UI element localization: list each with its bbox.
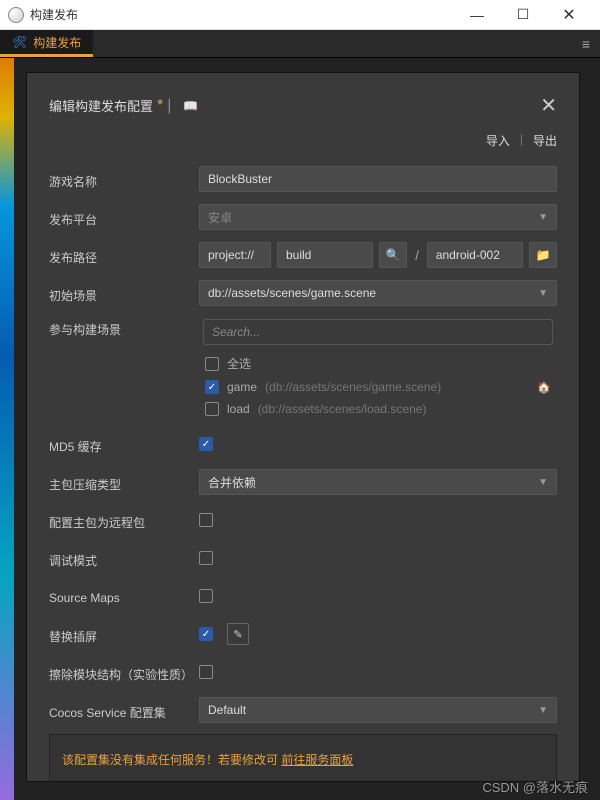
home-icon[interactable]: 🏠	[537, 381, 551, 394]
erase-checkbox[interactable]	[199, 665, 213, 679]
service-warning: 该配置集没有集成任何服务！若要修改可 前往服务面板	[49, 734, 557, 782]
folder-icon[interactable]: 📁	[529, 242, 557, 268]
wrench-icon: 🛠	[12, 35, 27, 49]
tab-menu-button[interactable]: ≡	[572, 30, 600, 57]
path-seg2-input[interactable]: android-002	[427, 242, 523, 268]
scene-checkbox[interactable]	[205, 402, 219, 416]
label-game-name: 游戏名称	[49, 169, 199, 190]
select-all-row[interactable]: 全选	[199, 351, 557, 376]
label-path: 发布路径	[49, 245, 199, 266]
select-all-checkbox[interactable]	[205, 357, 219, 371]
label-md5: MD5 缓存	[49, 434, 199, 455]
maximize-button[interactable]: ☐	[500, 0, 546, 30]
initial-scene-select[interactable]: db://assets/scenes/game.scene▼	[199, 280, 557, 306]
path-separator: /	[413, 248, 421, 263]
scene-checkbox[interactable]	[205, 380, 219, 394]
label-debug: 调试模式	[49, 548, 199, 569]
minimize-button[interactable]: —	[454, 0, 500, 30]
panel-title: 编辑构建发布配置	[49, 96, 153, 115]
tab-label: 构建发布	[33, 34, 81, 51]
sourcemaps-checkbox[interactable]	[199, 589, 213, 603]
close-button[interactable]: ✕	[546, 0, 592, 30]
chevron-down-icon: ▼	[538, 705, 548, 716]
window-titlebar: 构建发布 — ☐ ✕	[0, 0, 600, 30]
scene-row-game[interactable]: game (db://assets/scenes/game.scene) 🏠	[199, 376, 557, 398]
splash-checkbox[interactable]	[199, 627, 213, 641]
scene-row-load[interactable]: load (db://assets/scenes/load.scene)	[199, 398, 557, 420]
label-erase: 擦除模块结构（实验性质）	[49, 662, 199, 683]
label-compress: 主包压缩类型	[49, 472, 199, 493]
tab-bar: 🛠 构建发布 ≡	[0, 30, 600, 58]
chevron-down-icon: ▼	[538, 212, 548, 223]
path-seg1-input[interactable]: build	[277, 242, 373, 268]
divider: |	[167, 97, 171, 115]
service-select[interactable]: Default▼	[199, 697, 557, 723]
md5-checkbox[interactable]	[199, 437, 213, 451]
build-panel: 编辑构建发布配置 * | 📖 ✕ 导入 | 导出 游戏名称 BlockBuste…	[26, 72, 580, 782]
required-marker: *	[157, 97, 163, 115]
chevron-down-icon: ▼	[538, 288, 548, 299]
label-platform: 发布平台	[49, 207, 199, 228]
export-button[interactable]: 导出	[533, 132, 557, 149]
label-splash: 替换插屏	[49, 624, 199, 645]
platform-select[interactable]: 安卓▼	[199, 204, 557, 230]
label-initial-scene: 初始场景	[49, 283, 199, 304]
path-scheme[interactable]: project://	[199, 242, 271, 268]
watermark: CSDN @落水无痕	[482, 777, 588, 796]
game-name-input[interactable]: BlockBuster	[199, 166, 557, 192]
label-sourcemaps: Source Maps	[49, 587, 199, 605]
label-remote: 配置主包为远程包	[49, 510, 199, 531]
debug-checkbox[interactable]	[199, 551, 213, 565]
background-decoration	[0, 58, 14, 800]
service-panel-link[interactable]: 前往服务面板	[281, 753, 353, 767]
tab-build[interactable]: 🛠 构建发布	[0, 30, 93, 57]
edit-icon[interactable]: ✎	[227, 623, 249, 645]
scene-search-input[interactable]: Search...	[203, 319, 553, 345]
docs-icon[interactable]: 📖	[183, 99, 198, 113]
panel-close-button[interactable]: ✕	[540, 93, 557, 118]
app-icon	[8, 7, 24, 23]
compress-select[interactable]: 合并依赖▼	[199, 469, 557, 495]
label-scenes: 参与构建场景	[49, 317, 199, 338]
remote-checkbox[interactable]	[199, 513, 213, 527]
window-title: 构建发布	[30, 6, 454, 23]
search-icon[interactable]: 🔍	[379, 242, 407, 268]
divider: |	[520, 132, 523, 149]
import-button[interactable]: 导入	[486, 132, 510, 149]
label-service: Cocos Service 配置集	[49, 700, 199, 721]
chevron-down-icon: ▼	[538, 477, 548, 488]
